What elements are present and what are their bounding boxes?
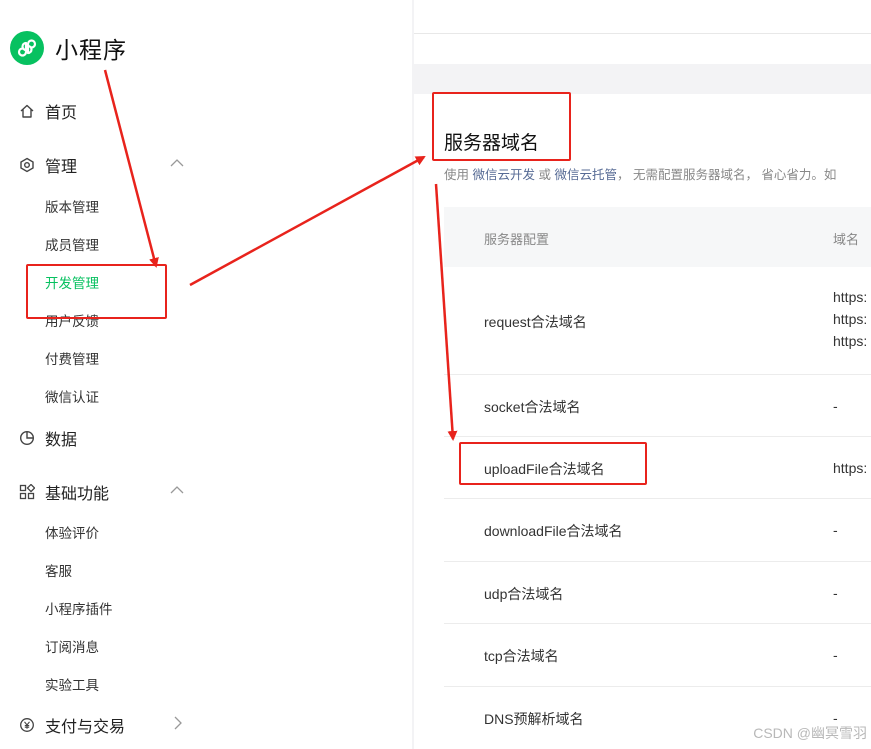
row-label: request合法域名 xyxy=(484,314,587,330)
app-title: 小程序 xyxy=(55,37,127,63)
cloud-hosting-link[interactable]: 微信云托管 xyxy=(554,168,617,182)
sidebar-item-plugins[interactable]: 小程序插件 xyxy=(45,598,113,618)
table-header: 服务器配置 域名 xyxy=(444,207,871,267)
desc-text: 或 xyxy=(535,168,555,182)
sidebar-item-payment[interactable]: 付费管理 xyxy=(45,348,99,368)
row-value: https: https: https: xyxy=(833,286,867,352)
annotation-box-section-title xyxy=(432,92,571,161)
home-icon xyxy=(18,102,36,120)
divider xyxy=(414,33,871,34)
nav-pay-label: 支付与交易 xyxy=(45,719,126,736)
section-description: 使用 微信云开发 或 微信云托管， 无需配置服务器域名， 省心省力。如 xyxy=(444,164,836,183)
nav-basic[interactable]: 基础功能 xyxy=(18,480,109,504)
nav-pay[interactable]: 支付与交易 xyxy=(18,713,125,737)
nav-data[interactable]: 数据 xyxy=(18,426,77,450)
chevron-right-icon[interactable] xyxy=(168,714,186,732)
watermark: CSDN @幽冥雪羽 xyxy=(753,725,867,741)
sidebar-item-certification[interactable]: 微信认证 xyxy=(45,386,99,406)
yen-icon xyxy=(18,716,36,734)
cloud-dev-link[interactable]: 微信云开发 xyxy=(472,168,535,182)
column-header-domain: 域名 xyxy=(833,232,860,247)
nav-home-label: 首页 xyxy=(45,105,78,122)
row-label: udp合法域名 xyxy=(484,586,564,602)
annotation-box-dev-manage xyxy=(26,264,167,319)
top-card xyxy=(414,0,871,64)
domain-value: https: xyxy=(833,289,868,305)
chevron-up-icon[interactable] xyxy=(168,154,186,172)
sidebar-item-version[interactable]: 版本管理 xyxy=(45,196,99,216)
sidebar: 小程序 首页 管理 版本管理 成员管理 开发管理 用户反馈 付费管理 微信认证 … xyxy=(0,0,412,749)
row-value: - xyxy=(833,647,838,663)
annotation-box-upload xyxy=(459,442,647,485)
desc-text: ， 无需配置服务器域名， 省心省力。如 xyxy=(616,168,837,182)
row-label: tcp合法域名 xyxy=(484,648,559,664)
app-logo[interactable]: 小程序 xyxy=(10,31,127,65)
sidebar-item-lab[interactable]: 实验工具 xyxy=(45,674,99,694)
grid-icon xyxy=(18,483,36,501)
nav-manage-label: 管理 xyxy=(45,159,78,176)
sidebar-item-members[interactable]: 成员管理 xyxy=(45,234,99,254)
nav-home[interactable]: 首页 xyxy=(18,99,77,123)
sidebar-item-subscribe[interactable]: 订阅消息 xyxy=(45,636,99,656)
pie-chart-icon xyxy=(18,429,36,447)
domain-value: https: xyxy=(833,311,868,327)
nav-data-label: 数据 xyxy=(45,432,78,449)
table-row: downloadFile合法域名 - xyxy=(444,499,871,562)
sidebar-item-service[interactable]: 客服 xyxy=(45,560,72,580)
row-value: - xyxy=(833,398,838,414)
chevron-up-icon[interactable] xyxy=(168,481,186,499)
row-label: downloadFile合法域名 xyxy=(484,523,623,539)
table-row: request合法域名 https: https: https: xyxy=(444,267,871,375)
nav-basic-label: 基础功能 xyxy=(45,486,110,503)
table-row: tcp合法域名 - xyxy=(444,624,871,687)
row-label: DNS预解析域名 xyxy=(484,711,584,727)
nav-manage[interactable]: 管理 xyxy=(18,153,77,177)
row-label: socket合法域名 xyxy=(484,399,581,415)
sidebar-item-experience[interactable]: 体验评价 xyxy=(45,522,99,542)
table-row: socket合法域名 - xyxy=(444,375,871,437)
table-row: udp合法域名 - xyxy=(444,562,871,624)
desc-text: 使用 xyxy=(444,168,473,182)
settings-icon xyxy=(18,156,36,174)
domain-value: https: xyxy=(833,333,868,349)
column-header-config: 服务器配置 xyxy=(484,232,550,247)
row-value: - xyxy=(833,522,838,538)
miniprogram-logo-icon xyxy=(10,31,44,65)
row-value: - xyxy=(833,585,838,601)
row-value: https: xyxy=(833,460,868,476)
